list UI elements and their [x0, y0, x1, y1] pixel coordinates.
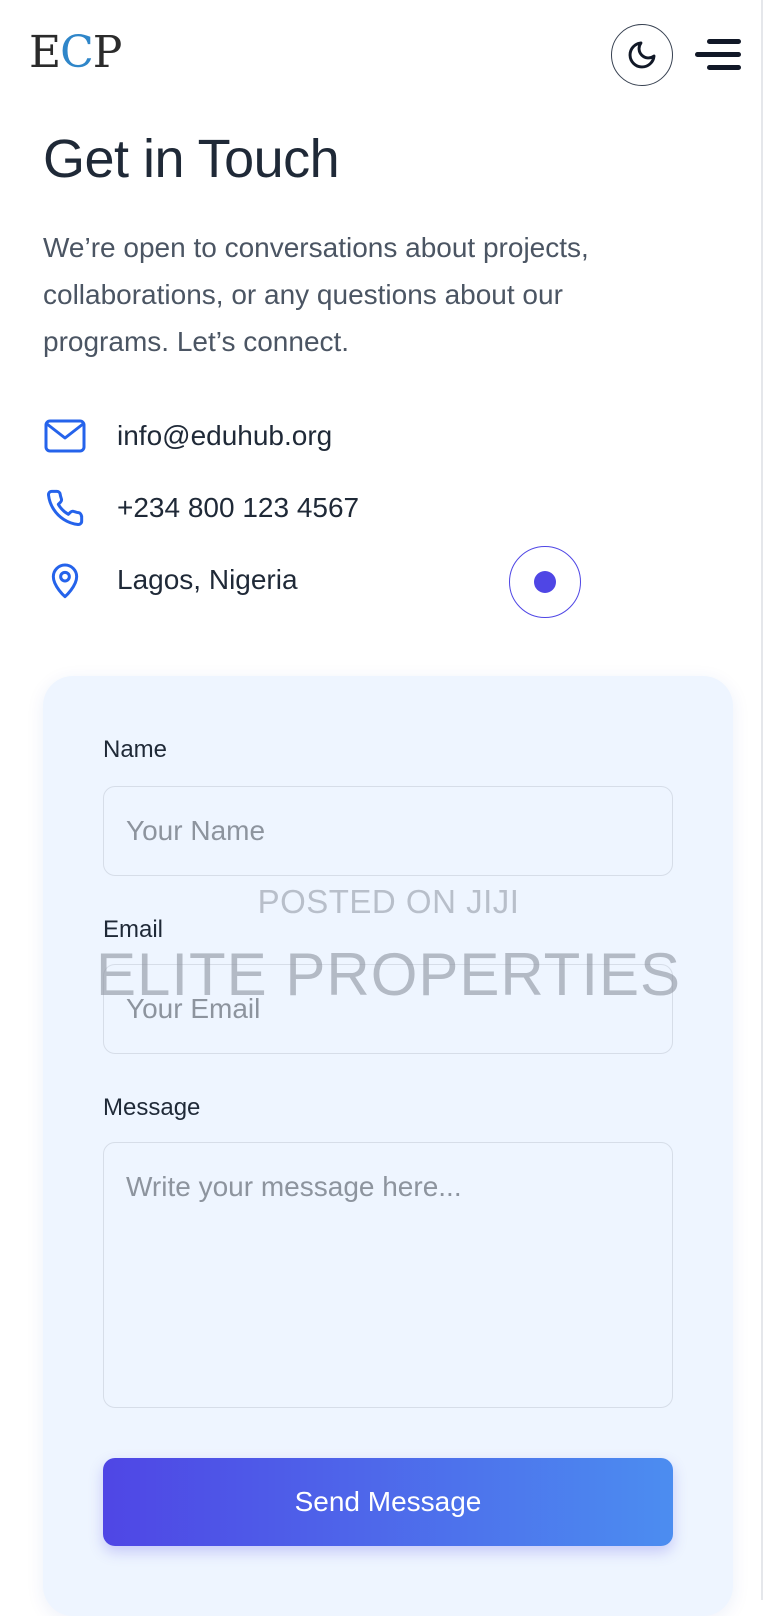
contact-email[interactable]: info@eduhub.org: [117, 420, 332, 452]
contact-form: Name Email Message Send Message: [43, 676, 733, 1616]
pulse-indicator: [509, 546, 581, 618]
scrollbar[interactable]: [761, 0, 777, 1600]
watermark-brand: ELITE PROPERTIES: [95, 941, 682, 1008]
site-logo[interactable]: ECP: [29, 27, 123, 78]
contact-location: Lagos, Nigeria: [117, 564, 298, 595]
watermark-posted: POSTED ON JIJI: [257, 883, 520, 920]
site-header: ECP: [0, 0, 763, 110]
contact-location-row: Lagos, Nigeria: [43, 558, 298, 602]
hamburger-menu-button[interactable]: [695, 36, 741, 74]
contact-email-row[interactable]: info@eduhub.org: [43, 414, 332, 458]
send-message-button[interactable]: Send Message: [103, 1458, 673, 1546]
intro-text: We’re open to conversations about projec…: [43, 232, 589, 357]
menu-line: [695, 52, 741, 57]
message-textarea[interactable]: [103, 1142, 673, 1408]
theme-toggle-button[interactable]: [611, 24, 673, 86]
hamburger-menu-icon: [707, 39, 741, 44]
mail-icon: [43, 414, 87, 458]
name-label: Name: [103, 736, 168, 763]
phone-icon: [43, 486, 87, 530]
logo-letter-e: E: [29, 27, 61, 78]
name-input[interactable]: [103, 786, 673, 876]
message-label: Message: [103, 1094, 201, 1121]
contact-phone[interactable]: +234 800 123 4567: [117, 492, 359, 524]
moon-icon: [628, 41, 656, 69]
location-pin-icon: [43, 558, 87, 602]
page-title: Get in Touch: [43, 129, 340, 189]
menu-line: [707, 65, 741, 70]
logo-letter-p: P: [92, 27, 123, 78]
contact-phone-row[interactable]: +234 800 123 4567: [43, 486, 359, 530]
logo-letter-c: C: [60, 27, 94, 78]
